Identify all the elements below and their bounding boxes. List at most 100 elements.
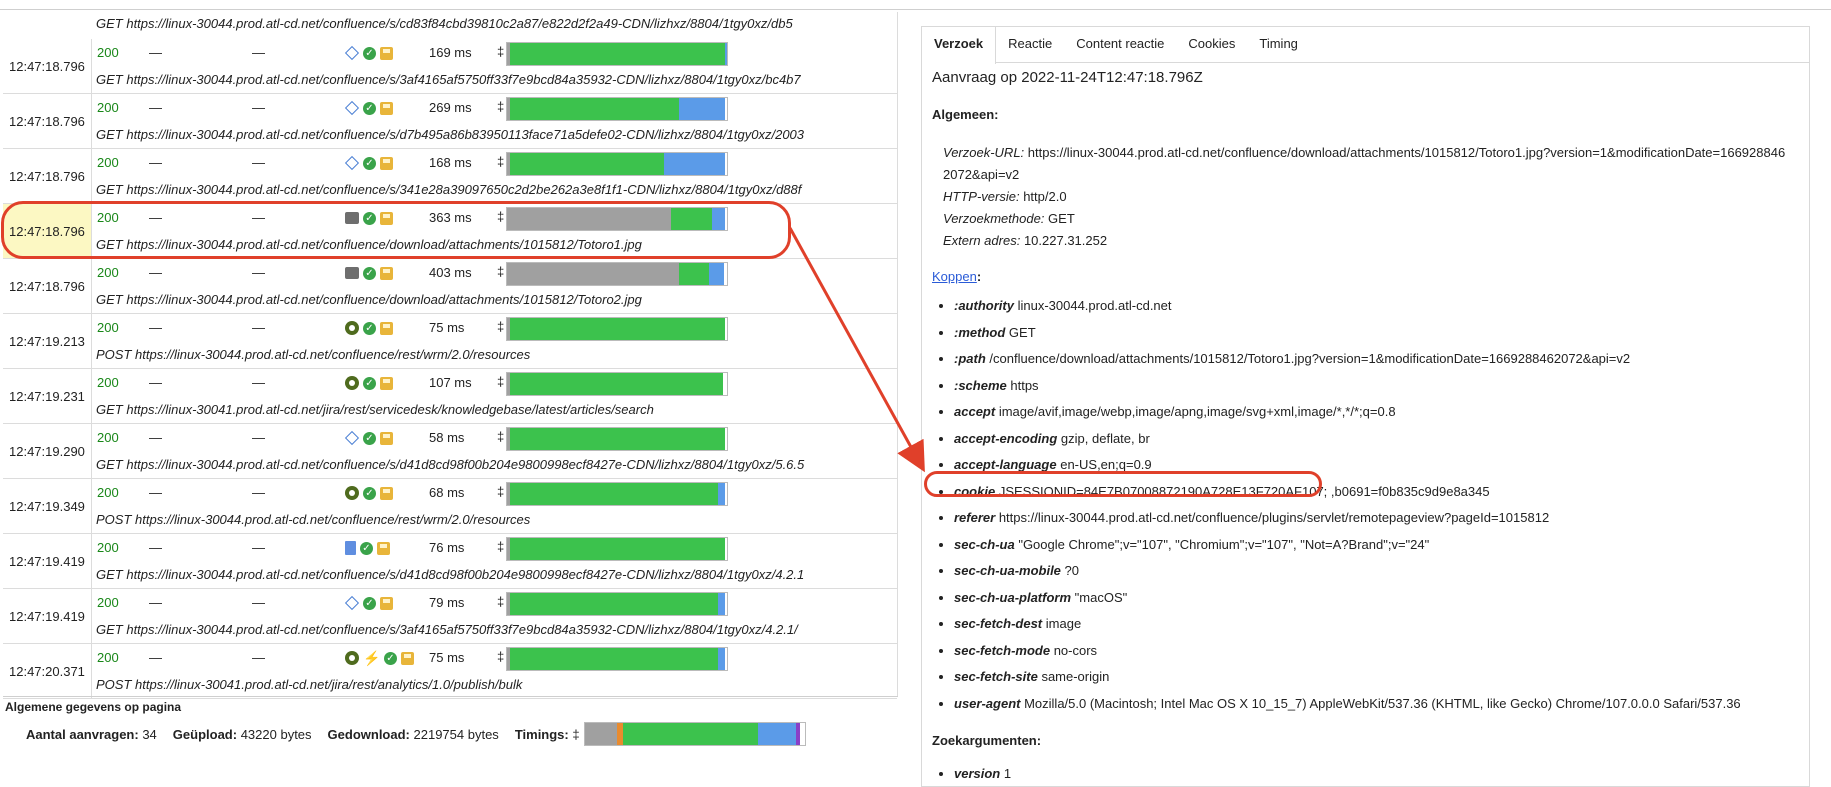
- timing-receive-segment: [718, 483, 725, 505]
- sort-icon[interactable]: ‡: [497, 264, 504, 279]
- request-row[interactable]: 12:47:19.231 200 — — ✓ 107 ms ‡ GET https://lin…: [3, 369, 897, 424]
- sort-icon[interactable]: ‡: [497, 319, 504, 334]
- request-time: 12:47:18.796: [3, 149, 92, 203]
- diamond-icon: [344, 155, 360, 171]
- summary-line: Aantal aanvragen: 34 Geüpload: 43220 byt…: [26, 722, 806, 746]
- save-icon: [380, 431, 393, 445]
- header-name: :method: [954, 324, 1006, 340]
- url-label: Verzoek-URL:: [943, 145, 1025, 160]
- request-url[interactable]: GET https://linux-30044.prod.atl-cd.net/…: [96, 72, 816, 87]
- tab-reactie[interactable]: Reactie: [996, 27, 1064, 63]
- request-detail-panel: Verzoek Reactie Content reactie Cookies …: [921, 26, 1810, 787]
- header-item: sec-ch-ua "Google Chrome";v="107", "Chro…: [954, 534, 1802, 561]
- method-value: GET: [1048, 211, 1075, 226]
- request-url[interactable]: POST https://linux-30044.prod.atl-cd.net…: [96, 347, 816, 362]
- request-url[interactable]: GET https://linux-30044.prod.atl-cd.net/…: [96, 127, 816, 142]
- header-item: user-agent Mozilla/5.0 (Macintosh; Intel…: [954, 693, 1802, 720]
- highlight-oval-request: [1, 201, 791, 259]
- request-row[interactable]: 12:47:18.796 200 — — ✓ 269 ms ‡ GET https://lin…: [3, 94, 897, 149]
- tab-verzoek[interactable]: Verzoek: [922, 27, 997, 64]
- timing-bar: [506, 152, 728, 176]
- check-icon: ✓: [363, 596, 376, 610]
- sort-icon[interactable]: ‡: [497, 649, 504, 664]
- request-status: 200: [97, 100, 119, 115]
- save-icon: [380, 486, 393, 500]
- tab-timing[interactable]: Timing: [1247, 27, 1310, 63]
- sort-icon[interactable]: ‡: [497, 99, 504, 114]
- tab-content-reactie[interactable]: Content reactie: [1064, 27, 1176, 63]
- request-row[interactable]: 12:47:19.349 200 — — ✓ 68 ms ‡ POST https://lin…: [3, 479, 897, 534]
- request-col-b: —: [252, 430, 265, 445]
- timing-bar: [506, 42, 728, 66]
- timing-wait-segment: [510, 43, 725, 65]
- request-url[interactable]: GET https://linux-30044.prod.atl-cd.net/…: [96, 292, 816, 307]
- remote-address-value: 10.227.31.252: [1023, 233, 1108, 248]
- requests-count-label: Aantal aanvragen:: [26, 726, 139, 742]
- timing-bar: [506, 592, 728, 616]
- request-row[interactable]: 12:47:19.419 200 — — ✓ 79 ms ‡ GET https://linu…: [3, 589, 897, 644]
- request-duration: 107 ms: [429, 375, 472, 390]
- header-item: accept image/avif,image/webp,image/apng,…: [954, 401, 1802, 428]
- sort-icon[interactable]: ‡: [572, 727, 579, 742]
- sort-icon[interactable]: ‡: [497, 154, 504, 169]
- sort-icon[interactable]: ‡: [497, 44, 504, 59]
- query-arg-name: version: [954, 766, 1001, 781]
- timing-wait-segment: [510, 153, 664, 175]
- request-duration: 169 ms: [429, 45, 472, 60]
- request-list: GET https://linux-30044.prod.atl-cd.net/…: [3, 12, 898, 699]
- request-url[interactable]: POST https://linux-30041.prod.atl-cd.net…: [96, 677, 816, 692]
- general-heading: Algemeen:: [932, 107, 999, 122]
- check-icon: ✓: [363, 156, 376, 170]
- gear-icon: [345, 321, 359, 335]
- request-url[interactable]: GET https://linux-30044.prod.atl-cd.net/…: [96, 182, 816, 197]
- request-row[interactable]: 12:47:19.419 200 — — ✓ 76 ms ‡ GET https://linu…: [3, 534, 897, 589]
- request-time: 12:47:18.796: [3, 259, 92, 313]
- summary-blocked-segment: [584, 723, 617, 745]
- header-name: accept-language: [954, 457, 1057, 472]
- request-col-a: —: [149, 595, 162, 610]
- check-icon: ✓: [363, 431, 376, 445]
- request-time: 12:47:19.213: [3, 314, 92, 368]
- upload-value: 43220 bytes: [240, 726, 312, 742]
- request-status: 200: [97, 650, 119, 665]
- sort-icon[interactable]: ‡: [497, 429, 504, 444]
- request-icons: ✓: [345, 320, 393, 336]
- save-icon: [380, 101, 393, 115]
- sort-icon[interactable]: ‡: [497, 484, 504, 499]
- tab-cookies[interactable]: Cookies: [1176, 27, 1247, 63]
- gear-icon: [345, 376, 359, 390]
- url-value: https://linux-30044.prod.atl-cd.net/conf…: [943, 145, 1786, 182]
- request-row[interactable]: 12:47:18.796 200 — — ✓ 169 ms ‡ GET https://lin…: [3, 39, 897, 94]
- request-row[interactable]: 12:47:19.213 200 — — ✓ 75 ms ‡ POST https://lin…: [3, 314, 897, 369]
- sort-icon[interactable]: ‡: [497, 539, 504, 554]
- request-url[interactable]: GET https://linux-30041.prod.atl-cd.net/…: [96, 402, 816, 417]
- general-info: Verzoek-URL: https://linux-30044.prod.at…: [932, 142, 1790, 252]
- request-url[interactable]: POST https://linux-30044.prod.atl-cd.net…: [96, 512, 816, 527]
- request-url-partial[interactable]: GET https://linux-30044.prod.atl-cd.net/…: [96, 16, 816, 31]
- request-col-a: —: [149, 540, 162, 555]
- request-col-a: —: [149, 430, 162, 445]
- request-row[interactable]: 12:47:18.796 200 — — ✓ 168 ms ‡ GET https://lin…: [3, 149, 897, 204]
- check-icon: ✓: [363, 321, 376, 335]
- check-icon: ✓: [363, 486, 376, 500]
- sort-icon[interactable]: ‡: [497, 374, 504, 389]
- request-url[interactable]: GET https://linux-30044.prod.atl-cd.net/…: [96, 457, 816, 472]
- save-icon: [380, 376, 393, 390]
- diamond-icon: [344, 595, 360, 611]
- query-arg-item: version 1: [954, 766, 1802, 781]
- request-row[interactable]: 12:47:19.290 200 — — ✓ 58 ms ‡ GET https://linu…: [3, 424, 897, 479]
- timings-label: Timings:: [514, 726, 569, 742]
- request-row[interactable]: 12:47:18.796 200 — — ✓ 403 ms ‡ GET https://lin…: [3, 259, 897, 314]
- timing-bar: [506, 537, 728, 561]
- list-border: [897, 12, 898, 697]
- header-name: :path: [954, 351, 986, 366]
- headers-link[interactable]: Koppen: [932, 269, 977, 284]
- header-item: sec-fetch-site same-origin: [954, 666, 1802, 693]
- diamond-icon: [344, 430, 360, 446]
- request-row[interactable]: 12:47:20.371 200 — — ⚡ ✓ 75 ms ‡ POST https://li…: [3, 644, 897, 699]
- request-icons: ✓: [344, 595, 393, 611]
- request-url[interactable]: GET https://linux-30044.prod.atl-cd.net/…: [96, 622, 816, 637]
- sort-icon[interactable]: ‡: [497, 594, 504, 609]
- request-url[interactable]: GET https://linux-30044.prod.atl-cd.net/…: [96, 567, 816, 582]
- header-name: referer: [954, 510, 996, 525]
